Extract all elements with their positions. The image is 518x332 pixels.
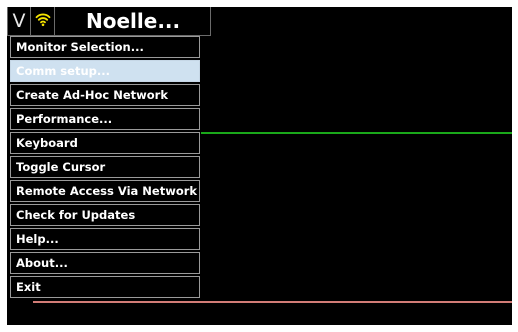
menu-item-remote-access[interactable]: Remote Access Via Network [10,180,200,202]
menu-item-comm-setup: Comm setup... [10,60,200,82]
dropdown-menu: Monitor Selection... Comm setup... Creat… [10,36,200,300]
menu-item-keyboard[interactable]: Keyboard [10,132,200,154]
wifi-icon [35,11,51,31]
menu-item-performance[interactable]: Performance... [10,108,200,130]
menu-item-monitor-selection[interactable]: Monitor Selection... [10,36,200,58]
patient-name-label: Noelle... [86,9,181,33]
menu-item-toggle-cursor[interactable]: Toggle Cursor [10,156,200,178]
green-trace-line [201,132,512,134]
wifi-button[interactable] [31,7,55,36]
top-toolbar: V Noelle... [7,7,211,36]
menu-item-create-ad-hoc-network[interactable]: Create Ad-Hoc Network [10,84,200,106]
menu-v-button[interactable]: V [7,7,31,36]
menu-item-check-updates[interactable]: Check for Updates [10,204,200,226]
red-trace-line [33,301,512,303]
menu-item-help[interactable]: Help... [10,228,200,250]
monitor-screen: V Noelle... Monitor Selection... Comm se… [7,7,512,325]
menu-item-exit[interactable]: Exit [10,276,200,298]
menu-item-about[interactable]: About... [10,252,200,274]
patient-name-button[interactable]: Noelle... [55,7,211,36]
menu-v-label: V [12,10,26,32]
